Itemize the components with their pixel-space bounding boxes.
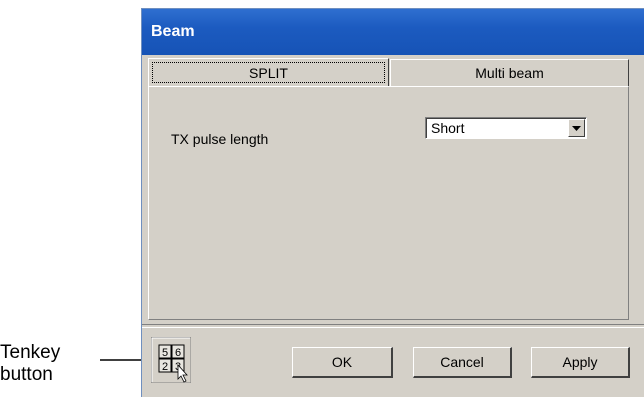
tab-strip: SPLIT Multi beam — [148, 58, 638, 86]
tab-multi-beam-label: Multi beam — [475, 65, 544, 81]
tenkey-annotation: Tenkey button — [0, 342, 60, 386]
window-title: Beam — [151, 23, 195, 40]
tenkey-key-2: 2 — [162, 361, 168, 373]
ok-button[interactable]: OK — [292, 347, 393, 378]
tenkey-button[interactable]: 5 6 2 3 — [151, 337, 191, 383]
chevron-down-icon — [572, 125, 581, 131]
footer-separator — [142, 324, 644, 328]
apply-button[interactable]: Apply — [531, 347, 630, 378]
tab-focus-rect — [152, 62, 385, 83]
tx-pulse-length-label: TX pulse length — [171, 131, 269, 147]
dropdown-button[interactable] — [568, 119, 585, 137]
tab-split[interactable]: SPLIT — [148, 58, 389, 86]
tx-pulse-length-select[interactable]: Short — [425, 117, 587, 139]
tx-pulse-length-value: Short — [431, 120, 465, 136]
title-bar[interactable]: Beam — [142, 9, 644, 55]
tenkey-key-6: 6 — [175, 347, 181, 359]
cancel-button[interactable]: Cancel — [413, 347, 512, 378]
split-panel: TX pulse length Short — [148, 86, 629, 320]
tab-multi-beam[interactable]: Multi beam — [390, 59, 629, 86]
beam-dialog: Beam SPLIT Multi beam TX pulse length Sh… — [141, 8, 644, 397]
annotation-line-1: Tenkey — [0, 342, 61, 363]
tenkey-key-5: 5 — [162, 347, 168, 359]
annotation-line-2: button — [0, 364, 53, 385]
